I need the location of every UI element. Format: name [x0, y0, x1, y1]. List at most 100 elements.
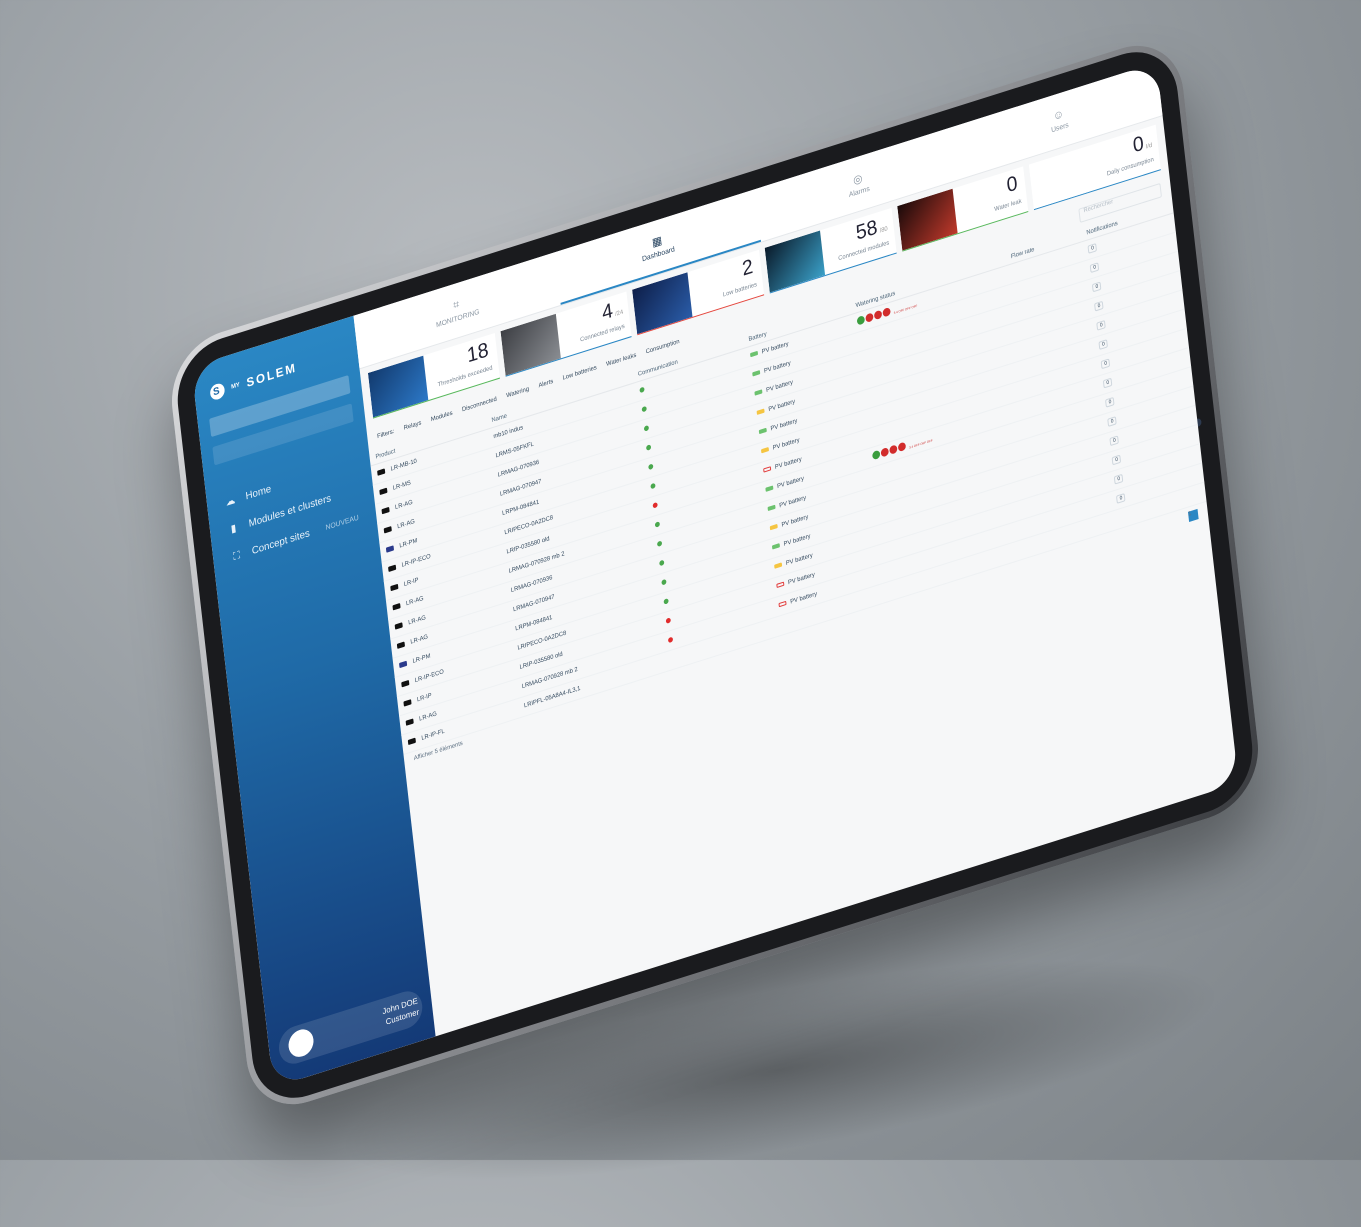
- battery-label: PV battery: [772, 437, 800, 452]
- notification-badge[interactable]: 0: [1116, 492, 1126, 504]
- notification-badge[interactable]: 0: [1096, 319, 1106, 331]
- sidebar-nav: ☁ Home ▮ Modules et clusters ⛶ Concept s…: [206, 444, 377, 577]
- valve-off-icon[interactable]: [865, 311, 875, 323]
- site-icon: ⛶: [232, 549, 241, 564]
- notification-badge[interactable]: 0: [1105, 396, 1115, 408]
- cloud-icon: ☁: [225, 494, 236, 509]
- battery-icon: [769, 524, 778, 531]
- notification-badge[interactable]: 0: [1112, 454, 1122, 466]
- product-label: LR-IP: [416, 692, 433, 704]
- product-label: LR-IP-ECO: [401, 553, 432, 569]
- module-icon: ▮: [230, 522, 237, 536]
- kpi-unit: l/d: [1145, 142, 1153, 151]
- valve-off-icon[interactable]: [880, 446, 890, 457]
- product-icon: [377, 468, 386, 476]
- product-icon: [385, 545, 395, 553]
- filter-consumption[interactable]: Consumption: [646, 339, 680, 356]
- product-label: LR-AG: [418, 711, 438, 723]
- notification-badge[interactable]: 0: [1098, 339, 1109, 350]
- battery-icon: [765, 485, 774, 493]
- sidebar-item-label: Home: [245, 483, 272, 503]
- main-content: ⌗ MONITORING ▦ Dashboard ◎ Alarms ☺ User…: [353, 62, 1238, 1037]
- notification-badge[interactable]: 0: [1087, 242, 1098, 254]
- battery-label: PV battery: [774, 456, 803, 472]
- valve-off-icon[interactable]: [882, 306, 892, 317]
- product-label: LR-MB-10: [390, 458, 418, 473]
- battery-icon: [754, 389, 763, 397]
- solem-logo-icon: S: [209, 381, 226, 402]
- product-label: LR-IP: [403, 577, 419, 589]
- product-label: LR-AG: [407, 614, 427, 627]
- kpi-unit: [491, 351, 492, 357]
- battery-label: PV battery: [768, 398, 796, 414]
- notification-badge[interactable]: 0: [1090, 262, 1100, 273]
- filter-low-batteries[interactable]: Low batteries: [562, 365, 597, 382]
- product-label: LR-AG: [405, 595, 424, 608]
- battery-label: PV battery: [765, 379, 794, 395]
- notification-badge[interactable]: 0: [1101, 358, 1111, 370]
- status-dot-icon: [639, 386, 645, 393]
- filter-water-leaks[interactable]: Water leaks: [606, 352, 637, 368]
- page-number: 1: [1187, 510, 1192, 518]
- notification-badge[interactable]: 0: [1114, 473, 1124, 485]
- filter-watering[interactable]: Watering: [506, 386, 529, 399]
- product-icon: [392, 602, 401, 611]
- kpi-unit: [755, 268, 756, 274]
- notification-badge[interactable]: 0: [1103, 377, 1113, 389]
- product-icon: [394, 622, 403, 630]
- status-dot-icon: [652, 501, 658, 508]
- per-page-select[interactable]: 5: [434, 748, 438, 755]
- kpi-image: [632, 272, 693, 335]
- battery-label: PV battery: [787, 571, 816, 587]
- battery-icon: [772, 543, 781, 550]
- valve-on-icon[interactable]: [856, 314, 866, 325]
- product-icon: [405, 718, 414, 726]
- kpi-value: 58: [854, 215, 879, 245]
- filters-label: Filters:: [376, 428, 395, 441]
- battery-icon: [761, 447, 770, 454]
- battery-label: PV battery: [790, 591, 818, 606]
- kpi-image: [500, 313, 561, 376]
- filter-modules[interactable]: Modules: [431, 410, 453, 423]
- kpi-image: [1029, 147, 1090, 210]
- notification-badge[interactable]: 0: [1094, 300, 1104, 312]
- battery-icon: [774, 562, 783, 570]
- brand-prefix: MY: [230, 381, 241, 391]
- filter-relays[interactable]: Relays: [404, 420, 422, 432]
- notification-badge[interactable]: 0: [1092, 281, 1102, 293]
- product-icon: [383, 526, 392, 534]
- tab-label: Alarms: [848, 185, 871, 199]
- status-dot-icon: [646, 443, 652, 451]
- kpi-value: 0: [1131, 131, 1145, 158]
- kpi-image: [367, 355, 429, 418]
- product-icon: [381, 506, 390, 515]
- battery-label: PV battery: [781, 514, 809, 529]
- page-current-button[interactable]: 1: [1187, 508, 1199, 522]
- notification-badge[interactable]: 0: [1107, 416, 1117, 427]
- status-dot-icon: [641, 405, 647, 412]
- product-icon: [398, 660, 408, 669]
- product-label: LR-PM: [412, 653, 431, 665]
- kpi-unit: /24: [614, 309, 624, 319]
- product-label: LR-MS: [392, 480, 412, 492]
- kpi-image: [896, 188, 958, 251]
- monitor-icon: ⌗: [452, 297, 460, 312]
- battery-label: PV battery: [763, 360, 792, 375]
- valve-off-icon[interactable]: [874, 309, 883, 320]
- valve-off-icon[interactable]: [889, 443, 899, 455]
- valve-on-icon[interactable]: [872, 449, 881, 460]
- status-dot-icon: [643, 424, 650, 432]
- avatar[interactable]: [287, 1026, 315, 1061]
- filter-disconnected[interactable]: Disconnected: [462, 396, 497, 413]
- filter-alerts[interactable]: Alerts: [538, 379, 553, 390]
- battery-label: PV battery: [785, 552, 814, 568]
- status-dot-icon: [654, 520, 661, 528]
- kpi-value: 2: [741, 255, 755, 281]
- notification-badge[interactable]: 0: [1109, 435, 1120, 447]
- status-dot-icon: [667, 636, 674, 643]
- battery-icon: [778, 601, 787, 608]
- status-dot-icon: [650, 482, 656, 489]
- valve-off-icon[interactable]: [898, 440, 907, 452]
- product-label: LR-AG: [410, 634, 429, 646]
- status-dot-icon: [648, 462, 654, 470]
